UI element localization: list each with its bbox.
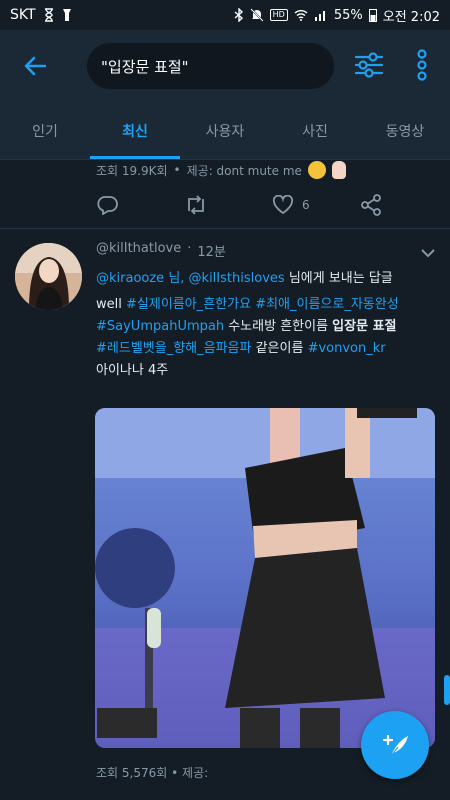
arrow-left-icon — [24, 56, 46, 76]
reply-icon — [97, 196, 118, 215]
performance-photo-icon — [95, 408, 435, 748]
wifi-icon — [294, 10, 308, 21]
tweet-word: 같은이름 — [255, 341, 304, 356]
tweet-text-line: 아이나나 4주 — [96, 363, 169, 378]
tweet-text-line: #SayUmpahUmpah 수노래방 흔한이름 입장문 표절 — [96, 316, 441, 338]
tweet2-body: @kiraooze 님, @kilIsthisloves 님에게 보내는 답글 … — [96, 268, 441, 382]
profile-photo-icon — [15, 243, 82, 310]
mention-link[interactable]: @kilIsthisloves — [189, 271, 285, 286]
flashlight-icon — [62, 9, 71, 21]
back-button[interactable] — [20, 51, 50, 81]
tweet2-provided: 제공: — [182, 766, 209, 780]
tweet2-header: @kilIthatlove · 12분 — [96, 241, 226, 260]
search-header: "입장문 표절" — [0, 30, 450, 102]
like-count: 6 — [302, 198, 310, 212]
reply-suffix: 님에게 보내는 답글 — [288, 271, 393, 286]
tab-top[interactable]: 인기 — [0, 102, 90, 159]
search-filter-button[interactable] — [352, 48, 386, 82]
neutral-face-emoji-icon — [307, 161, 326, 179]
scrollbar-handle[interactable] — [444, 675, 450, 705]
retweet-icon — [188, 195, 204, 215]
tweet1-provided: 제공: dont mute me — [186, 163, 302, 178]
tweet-text-line: well #실제이름아_흔한가요 #최애_이름으로_자동완성 — [96, 294, 441, 316]
status-bar: SKT HD 55% 오전 2:02 — [0, 0, 450, 30]
share-button[interactable] — [360, 194, 382, 216]
search-tabs: 인기 최신 사용자 사진 동영상 — [0, 102, 450, 160]
tweet1-views: 조회 19.9K회 — [96, 163, 168, 178]
battery-percent: 55% — [333, 7, 363, 23]
tweet2-time: 12분 — [197, 245, 226, 260]
highlighted-search-term: 입장문 표절 — [332, 319, 397, 334]
tweet1-actions: 6 — [96, 190, 396, 220]
tweet2-handle[interactable]: @kilIthatlove — [96, 241, 181, 260]
hashtag-link[interactable]: #실제이름아_흔한가요 — [126, 297, 251, 312]
clock: 오전 2:02 — [382, 9, 440, 25]
search-input[interactable]: "입장문 표절" — [87, 43, 334, 89]
share-icon — [361, 194, 381, 216]
mute-icon — [249, 8, 264, 22]
tweet-media-image[interactable] — [95, 408, 435, 748]
avatar[interactable] — [15, 243, 82, 310]
tab-photos[interactable]: 사진 — [270, 102, 360, 159]
search-query-text: "입장문 표절" — [101, 57, 189, 76]
signal-icon — [314, 11, 325, 21]
hashtag-link[interactable]: #SayUmpahUmpah — [96, 319, 224, 334]
tweet2-views: 조회 5,576회 — [96, 766, 168, 780]
reply-button[interactable] — [96, 195, 118, 215]
tab-people[interactable]: 사용자 — [180, 102, 270, 159]
hourglass-icon — [44, 8, 53, 22]
reply-context: @kiraooze 님, @kilIsthisloves 님에게 보내는 답글 — [96, 268, 441, 290]
like-button[interactable]: 6 — [272, 195, 310, 215]
hashtag-link[interactable]: #최애_이름으로_자동완성 — [255, 297, 399, 312]
tweet-menu-button[interactable] — [418, 243, 438, 263]
carrier-label: SKT — [10, 7, 36, 23]
hashtag-link[interactable]: #레드벨벳을_향해_음파음파 — [96, 341, 251, 356]
tweet-text-line: #레드벨벳을_향해_음파음파 같은이름 #vonvon_kr — [96, 338, 441, 360]
heart-icon — [272, 195, 294, 215]
compose-tweet-button[interactable] — [361, 711, 429, 779]
tab-videos[interactable]: 동영상 — [360, 102, 450, 159]
sliders-icon — [354, 52, 384, 78]
raised-hand-emoji-icon — [331, 161, 346, 179]
hashtag-link[interactable]: #vonvon_kr — [308, 341, 386, 356]
tweet1-stats: 조회 19.9K회 • 제공: dont mute me — [96, 161, 346, 179]
bluetooth-icon — [234, 8, 243, 22]
mention-link[interactable]: @kiraooze 님, — [96, 271, 184, 286]
tweet2-stats: 조회 5,576회 • 제공: — [96, 766, 209, 780]
hd-voice-badge: HD — [269, 9, 288, 21]
compose-feather-icon — [382, 734, 408, 757]
chevron-down-icon — [421, 249, 435, 258]
tab-latest[interactable]: 최신 — [90, 102, 180, 159]
tweet-word: 수노래방 흔한이름 — [228, 319, 329, 334]
more-options-button[interactable] — [410, 48, 434, 82]
tweet-word: well — [96, 297, 122, 312]
vertical-dots-icon — [417, 49, 427, 81]
tweet-divider — [0, 228, 450, 229]
retweet-button[interactable] — [184, 195, 208, 215]
battery-icon — [368, 9, 377, 22]
